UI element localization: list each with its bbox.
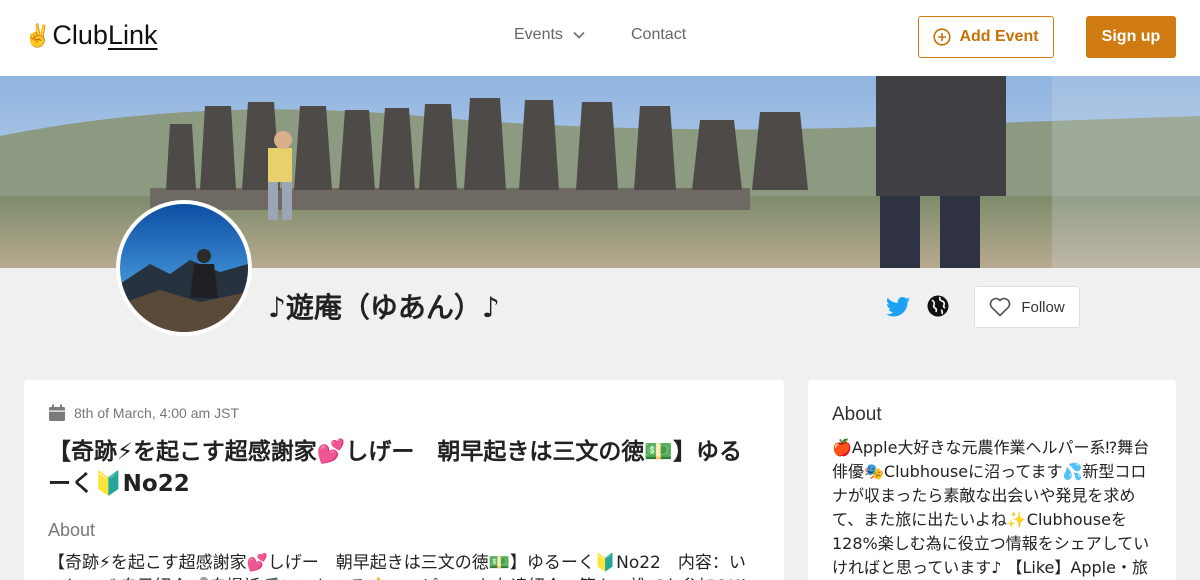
event-title[interactable]: 【奇跡⚡を起こす超感謝家💕しげー 朝早起きは三文の徳💵】ゆるーく🔰No22 (48, 436, 760, 500)
about-text: 🍎Apple大好きな元農作業ヘルパー系⁉舞台俳優🎭Clubhouseに沼ってます… (832, 438, 1150, 577)
heart-icon (989, 297, 1011, 317)
avatar-photo (120, 204, 248, 332)
profile-name: ♪遊庵（ゆあん）♪ (268, 291, 500, 324)
nav-events-label: Events (514, 26, 563, 43)
top-navbar: ✌ Club Link Events Contact Add Event Sig… (0, 0, 1200, 76)
nav-contact-link[interactable]: Contact (631, 26, 686, 44)
profile-avatar (116, 200, 252, 336)
logo-club-text: Club (52, 20, 108, 50)
plus-circle-icon (933, 28, 952, 46)
add-event-label: Add Event (959, 28, 1039, 45)
logo-link-text: Link (107, 20, 158, 50)
about-card: About 🍎Apple大好きな元農作業ヘルパー系⁉舞台俳優🎭Clubhouse… (808, 380, 1176, 580)
event-card[interactable]: 8th of March, 4:00 am JST 【奇跡⚡を起こす超感謝家💕し… (24, 380, 784, 580)
calendar-icon (49, 404, 65, 421)
victory-hand-icon: ✌ (24, 22, 52, 48)
event-date-row: 8th of March, 4:00 am JST (48, 404, 760, 422)
event-about-heading: About (48, 520, 96, 540)
chevron-down-icon (573, 31, 585, 39)
nav-events-dropdown[interactable]: Events (514, 26, 585, 44)
clublink-logo[interactable]: ✌ Club Link (24, 20, 157, 51)
follow-label: Follow (1021, 298, 1065, 316)
globe-icon[interactable] (927, 295, 949, 317)
add-event-button[interactable]: Add Event (918, 16, 1054, 58)
about-heading: About (832, 404, 882, 425)
follow-button[interactable]: Follow (974, 286, 1080, 328)
event-date: 8th of March, 4:00 am JST (74, 405, 239, 421)
event-description: 【奇跡⚡を起こす超感謝家💕しげー 朝早起きは三文の徳💵】ゆるーく🔰No22 内容… (48, 553, 756, 580)
signup-button[interactable]: Sign up (1086, 16, 1176, 58)
twitter-icon[interactable] (886, 296, 910, 318)
